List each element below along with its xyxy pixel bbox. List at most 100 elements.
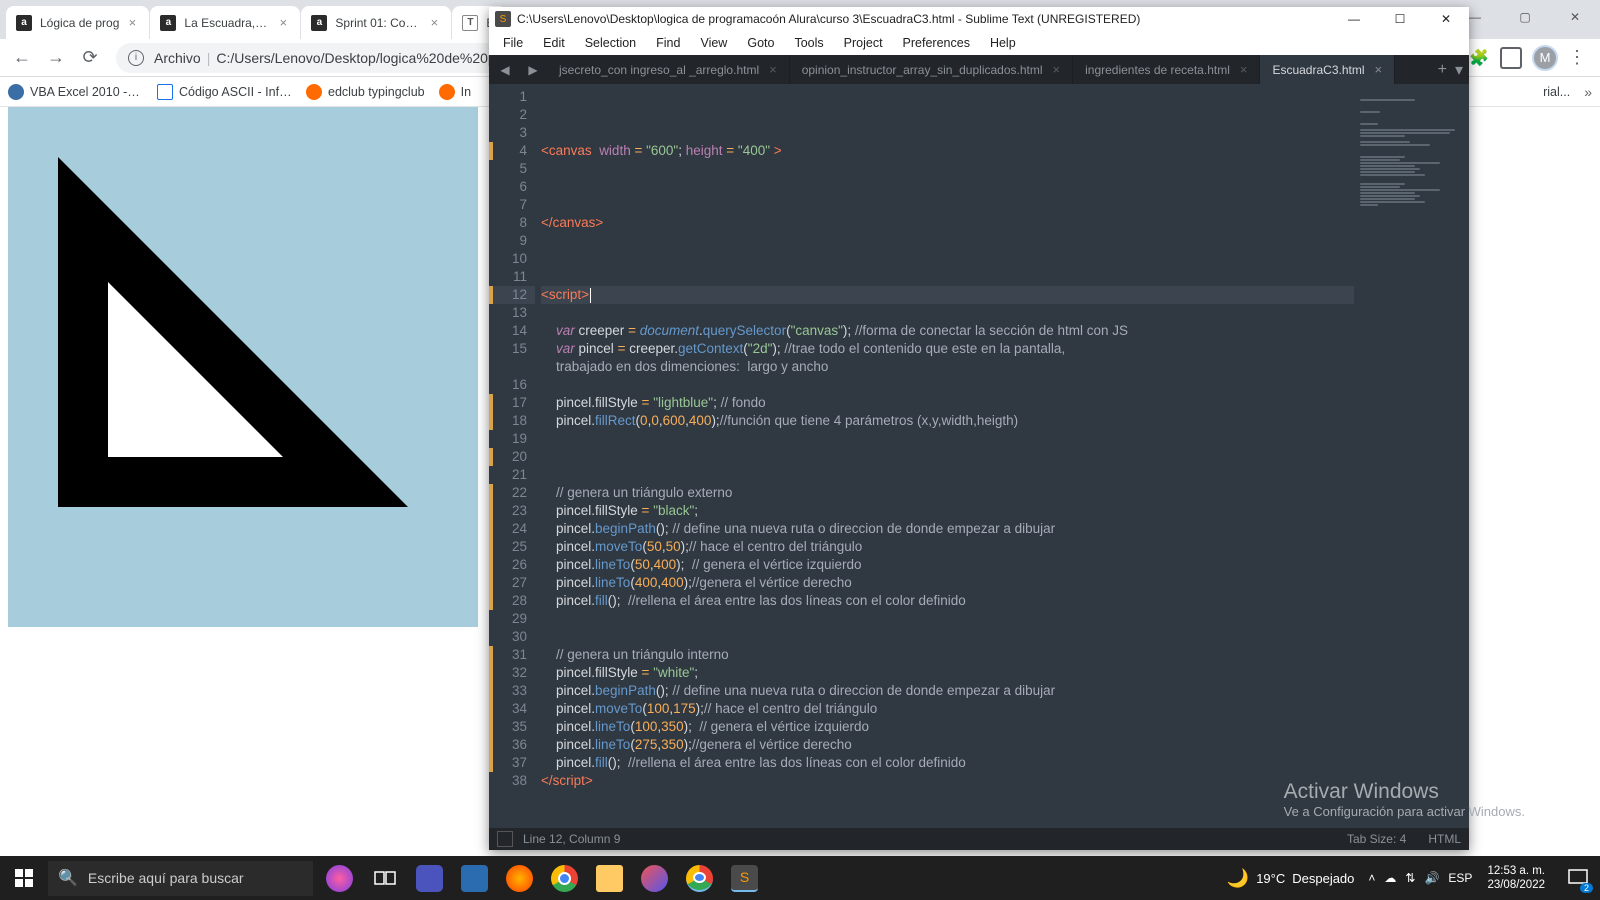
chrome-menu-button[interactable]: ⋮ [1568,47,1586,68]
sublime-tab-title: ingredientes de receta.html [1085,63,1230,77]
chrome-extensions: 🧩 M ⋮ [1468,45,1586,71]
tab-close-icon[interactable]: × [125,16,139,30]
menu-project[interactable]: Project [836,34,891,52]
status-panel-icon[interactable] [497,831,513,847]
status-line-col[interactable]: Line 12, Column 9 [523,832,620,846]
cortana-icon[interactable] [326,865,353,892]
menu-tools[interactable]: Tools [786,34,831,52]
start-button[interactable] [0,856,48,900]
status-language[interactable]: HTML [1428,832,1461,846]
taskbar-app-sublime[interactable]: S [731,865,758,892]
sublime-tab-title: jsecreto_con ingreso_al _arreglo.html [559,63,759,77]
sublime-maximize-button[interactable]: ☐ [1377,7,1423,31]
sublime-tab[interactable]: opinion_instructor_array_sin_duplicados.… [790,55,1073,84]
reading-list-icon[interactable] [1500,47,1522,69]
sublime-minimize-button[interactable]: — [1331,7,1377,31]
sublime-tab[interactable]: ingredientes de receta.html × [1073,55,1260,84]
tab-close-icon[interactable]: × [1240,62,1248,77]
taskbar-search[interactable]: 🔍 Escribe aquí para buscar [48,861,313,896]
new-tab-button[interactable]: + [1438,61,1447,79]
chrome-maximize-button[interactable]: ▢ [1500,0,1550,33]
bookmark-item[interactable]: edclub typingclub [306,84,425,100]
menu-help[interactable]: Help [982,34,1024,52]
tab-nav-next-icon[interactable]: ▶ [519,55,547,84]
bookmark-label: In [461,85,471,99]
tray-onedrive-icon[interactable]: ☁ [1384,871,1396,885]
taskbar-date: 23/08/2022 [1487,878,1545,892]
tab-close-icon[interactable]: × [427,16,441,30]
chrome-tab[interactable]: aSprint 01: Const× [301,6,451,39]
back-button[interactable]: ← [8,44,36,72]
bookmark-item[interactable]: In [439,84,471,100]
menu-goto[interactable]: Goto [739,34,782,52]
sublime-tab-title: opinion_instructor_array_sin_duplicados.… [802,63,1043,77]
chrome-window-controls: — ▢ ✕ [1450,0,1600,33]
favicon-icon: T [462,15,478,31]
address-scheme: Archivo [154,50,201,66]
tray-overflow-icon[interactable]: ˄ [1368,871,1375,885]
menu-find[interactable]: Find [648,34,688,52]
canvas-output [8,107,478,507]
tray-language[interactable]: ESP [1448,871,1472,885]
sublime-titlebar[interactable]: S C:\Users\Lenovo\Desktop\logica de prog… [489,7,1469,31]
forward-button[interactable]: → [42,44,70,72]
sublime-close-button[interactable]: ✕ [1423,7,1469,31]
tray-network-icon[interactable]: ⇅ [1405,871,1415,885]
menu-edit[interactable]: Edit [535,34,573,52]
tab-controls: + ▾ [1438,55,1469,84]
status-tabsize[interactable]: Tab Size: 4 [1347,832,1406,846]
windows-taskbar: 🔍 Escribe aquí para buscar S 🌙 19°C Desp… [0,856,1600,900]
site-info-icon[interactable]: i [128,50,144,66]
profile-button[interactable]: M [1532,45,1558,71]
menu-selection[interactable]: Selection [577,34,644,52]
task-view-icon[interactable] [371,865,398,892]
menu-preferences[interactable]: Preferences [895,34,978,52]
bookmark-item[interactable]: VBA Excel 2010 - Pr... [8,84,143,100]
sublime-editor: 1234567891011121314151617181920212223242… [489,84,1469,828]
taskbar-app-chrome-active[interactable] [686,865,713,892]
tab-close-icon[interactable]: × [1053,62,1061,77]
sublime-title-text: C:\Users\Lenovo\Desktop\logica de progra… [517,12,1140,26]
favicon-icon: a [160,15,176,31]
bookmark-label: rial... [1543,85,1570,99]
tab-title: Lógica de prog [40,16,119,30]
bookmark-item[interactable]: rial... [1543,85,1570,99]
tab-close-icon[interactable]: × [769,62,777,77]
taskbar-app-chrome[interactable] [551,865,578,892]
watermark-subtitle: Ve a Configuración para activar Windows. [1284,804,1525,819]
taskbar-app-firefox[interactable] [506,865,533,892]
taskbar-app-teams[interactable] [416,865,443,892]
tray-volume-icon[interactable]: 🔊 [1424,871,1439,885]
chrome-close-button[interactable]: ✕ [1550,0,1600,33]
sublime-tab-active[interactable]: EscuadraC3.html × [1260,55,1395,84]
bookmark-label: Código ASCII - Info... [179,85,292,99]
tab-close-icon[interactable]: × [276,16,290,30]
tab-nav-prev-icon[interactable]: ◀ [491,55,519,84]
address-sep: | [207,50,211,66]
reload-button[interactable]: ⟳ [76,44,104,72]
taskbar-app-explorer[interactable] [596,865,623,892]
menu-file[interactable]: File [495,34,531,52]
taskbar-app-store[interactable] [461,865,488,892]
sublime-tab[interactable]: jsecreto_con ingreso_al _arreglo.html × [547,55,790,84]
favicon-icon: a [311,15,327,31]
taskbar-weather[interactable]: 🌙 19°C Despejado [1227,868,1355,889]
minimap[interactable] [1354,84,1469,828]
code-area[interactable]: <canvas width = "600"; height = "400" ><… [535,84,1354,828]
taskbar-app-copilot[interactable] [641,865,668,892]
taskbar-clock[interactable]: 12:53 a. m. 23/08/2022 [1487,864,1545,892]
tab-close-icon[interactable]: × [1375,62,1383,77]
line-gutter[interactable]: 1234567891011121314151617181920212223242… [489,84,535,828]
extensions-icon[interactable]: 🧩 [1468,47,1490,69]
bookmark-item[interactable]: Código ASCII - Info... [157,84,292,100]
notification-button[interactable]: 2 [1560,860,1596,896]
chrome-tab[interactable]: aLógica de prog× [6,6,149,39]
search-placeholder: Escribe aquí para buscar [88,870,244,886]
bookmarks-overflow-button[interactable]: » [1584,84,1592,100]
menu-view[interactable]: View [692,34,735,52]
tab-dropdown-icon[interactable]: ▾ [1455,60,1463,80]
taskbar-time: 12:53 a. m. [1487,864,1545,878]
system-tray: ˄ ☁ ⇅ 🔊 ESP 12:53 a. m. 23/08/2022 2 [1368,860,1600,896]
sublime-tab-title: EscuadraC3.html [1272,63,1364,77]
chrome-tab[interactable]: aLa Escuadra, en× [150,6,300,39]
